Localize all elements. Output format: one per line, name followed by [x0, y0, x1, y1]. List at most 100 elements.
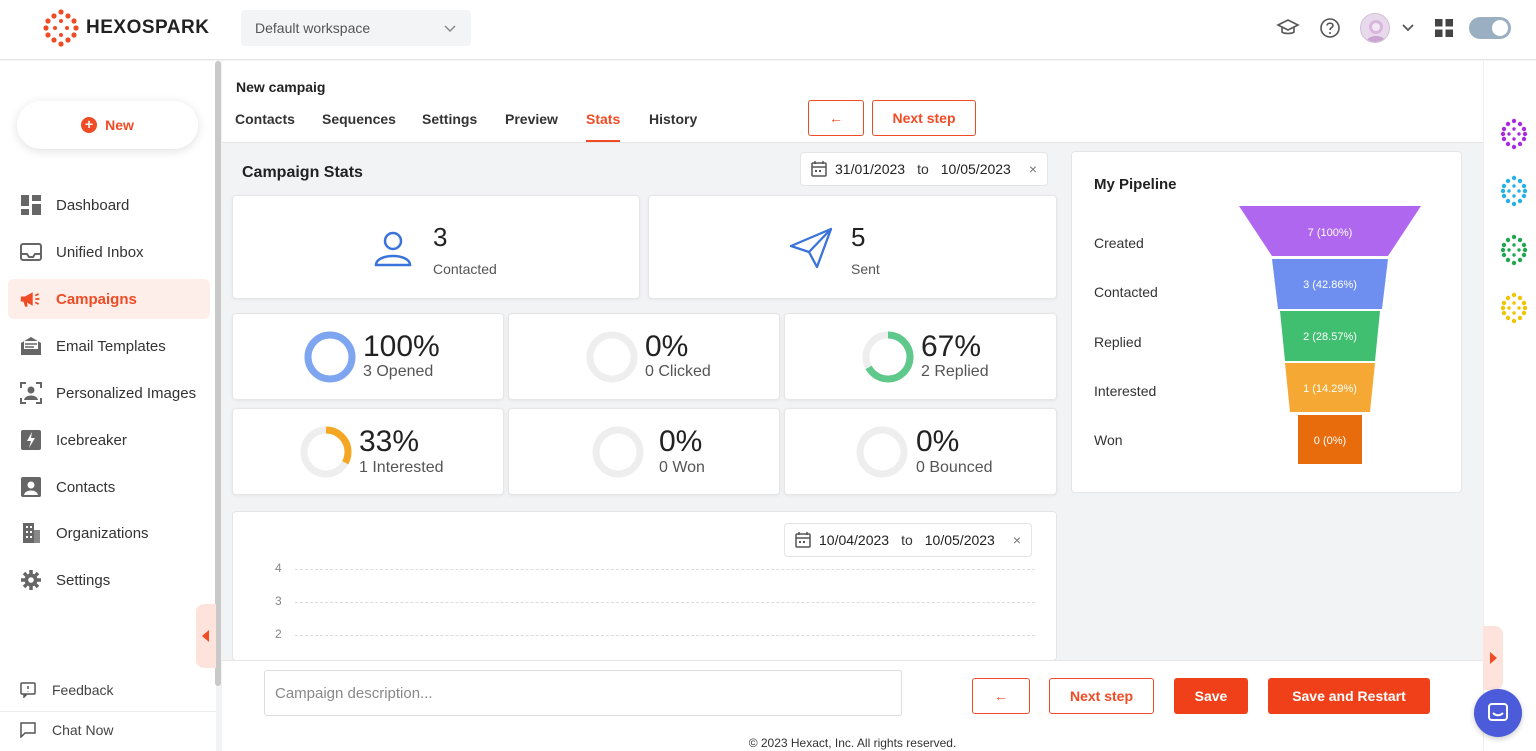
chart-date-to-label: to [901, 532, 913, 548]
back-button[interactable]: ← [972, 678, 1030, 714]
save-button[interactable]: Save [1174, 678, 1248, 714]
next-step-button[interactable]: Next step [872, 100, 976, 136]
replied-percent: 67% [921, 330, 982, 363]
sidebar-item-organizations[interactable]: Organizations [8, 513, 210, 553]
chart-date-range[interactable]: 10/04/2023 to 10/05/2023 × [784, 523, 1033, 557]
won-card: 0% 0 Won [508, 408, 780, 495]
sidebar-scrollbar[interactable] [215, 61, 221, 686]
gear-icon [20, 569, 42, 591]
sidebar-item-label: Personalized Images [56, 384, 197, 402]
logo[interactable]: HEXOSPARK [42, 8, 209, 48]
tab-contacts[interactable]: Contacts [235, 111, 295, 127]
calendar-icon [795, 532, 811, 548]
next-step-button[interactable]: Next step [1049, 678, 1154, 714]
date-from: 31/01/2023 [835, 161, 906, 177]
my-pipeline-card: My Pipeline Created Contacted Replied In… [1071, 151, 1462, 493]
pipeline-label-contacted: Contacted [1094, 284, 1158, 300]
clicked-progress-ring [586, 331, 638, 383]
expand-rail-button[interactable] [1483, 626, 1503, 690]
ring-progress [304, 331, 356, 383]
campaign-title: New campaig [236, 79, 326, 95]
sent-label: Sent [851, 261, 880, 277]
green-hex-app-icon[interactable] [1498, 234, 1530, 266]
chat-widget-button[interactable] [1474, 689, 1522, 737]
stats-date-range[interactable]: 31/01/2023 to 10/05/2023 × [800, 152, 1049, 186]
sidebar-item-label: Settings [56, 571, 111, 589]
blue-hex-app-icon[interactable] [1498, 175, 1530, 207]
pipeline-label-interested: Interested [1094, 383, 1157, 399]
sent-card: 5 Sent [648, 195, 1057, 299]
personalized-image-icon [20, 382, 42, 404]
chevron-right-icon [1490, 652, 1497, 664]
megaphone-icon [20, 288, 42, 310]
chat-now-link[interactable]: Chat Now [20, 722, 113, 738]
y-tick-label: 4 [275, 561, 282, 575]
brand-name: HEXOSPARK [86, 17, 210, 38]
campaign-stats-title: Campaign Stats [242, 164, 363, 181]
apps-grid-icon[interactable] [1432, 16, 1456, 40]
grid-line [295, 635, 1035, 636]
feedback-icon [20, 682, 36, 698]
clicked-card: 0% 0 Clicked [508, 313, 780, 400]
funnel-value-created: 7 (100%) [1308, 227, 1353, 239]
tab-settings[interactable]: Settings [422, 111, 477, 127]
new-button-label: New [105, 117, 134, 133]
yellow-hex-app-icon[interactable] [1498, 292, 1530, 324]
contacted-value: 3 [433, 222, 448, 252]
sidebar-item-settings[interactable]: Settings [8, 560, 210, 600]
funnel-value-interested: 1 (14.29%) [1303, 383, 1357, 395]
avatar[interactable] [1360, 13, 1390, 43]
pipeline-label-replied: Replied [1094, 334, 1142, 350]
purple-hex-app-icon[interactable] [1498, 118, 1530, 150]
feedback-link[interactable]: Feedback [20, 682, 113, 698]
interested-progress-ring [300, 426, 352, 478]
tab-history[interactable]: History [649, 111, 697, 127]
collapse-sidebar-button[interactable] [196, 604, 216, 668]
workspace-select[interactable]: Default workspace [241, 10, 471, 46]
sidebar-item-icebreaker[interactable]: Icebreaker [8, 420, 210, 460]
tab-sequences[interactable]: Sequences [322, 111, 396, 127]
top-header: HEXOSPARK Default workspace [0, 0, 1536, 60]
sidebar-item-campaigns[interactable]: Campaigns [8, 279, 210, 319]
funnel-value-contacted: 3 (42.86%) [1303, 279, 1357, 291]
sent-value: 5 [851, 222, 866, 252]
tab-preview[interactable]: Preview [505, 111, 558, 127]
theme-toggle[interactable] [1469, 17, 1511, 39]
opened-label: 3 Opened [363, 363, 434, 380]
sidebar-item-dashboard[interactable]: Dashboard [8, 185, 210, 225]
bounced-progress-ring [856, 426, 908, 478]
sidebar-item-personalized-images[interactable]: Personalized Images [8, 373, 210, 413]
campaign-description-input[interactable] [264, 670, 902, 716]
footer-copyright: © 2023 Hexact, Inc. All rights reserved. [222, 730, 1483, 751]
calendar-icon [811, 161, 827, 177]
new-button[interactable]: + New [17, 101, 198, 149]
tab-stats[interactable]: Stats [586, 111, 621, 142]
clear-chart-date-button[interactable]: × [1013, 532, 1021, 548]
pipeline-title: My Pipeline [1094, 176, 1177, 193]
save-and-restart-button[interactable]: Save and Restart [1268, 678, 1430, 714]
divider [0, 711, 216, 712]
sidebar-item-unified-inbox[interactable]: Unified Inbox [8, 232, 210, 272]
sidebar-item-email-templates[interactable]: Email Templates [8, 326, 210, 366]
chevron-down-icon [444, 25, 456, 33]
pipeline-label-won: Won [1094, 432, 1123, 448]
pipeline-label-created: Created [1094, 235, 1144, 251]
chat-bubble-icon [1488, 703, 1508, 721]
activity-chart-card: 10/04/2023 to 10/05/2023 × 4 3 2 [232, 511, 1057, 661]
chevron-down-icon[interactable] [1396, 16, 1420, 40]
clear-date-button[interactable]: × [1029, 161, 1037, 177]
back-button[interactable]: ← [808, 100, 864, 136]
graduation-cap-icon[interactable] [1276, 16, 1300, 40]
ring-track [592, 426, 644, 478]
icebreaker-icon [20, 429, 42, 451]
help-circle-icon[interactable] [1318, 16, 1342, 40]
ring-track [856, 426, 908, 478]
funnel-value-won: 0 (0%) [1314, 435, 1346, 447]
user-icon [374, 231, 412, 267]
workspace-value: Default workspace [255, 20, 371, 36]
contacted-card: 3 Contacted [232, 195, 640, 299]
sidebar-item-label: Unified Inbox [56, 243, 144, 261]
campaign-header: New campaig Contacts Sequences Settings … [222, 61, 1483, 143]
opened-progress-ring [304, 331, 356, 383]
sidebar-item-contacts[interactable]: Contacts [8, 467, 210, 507]
